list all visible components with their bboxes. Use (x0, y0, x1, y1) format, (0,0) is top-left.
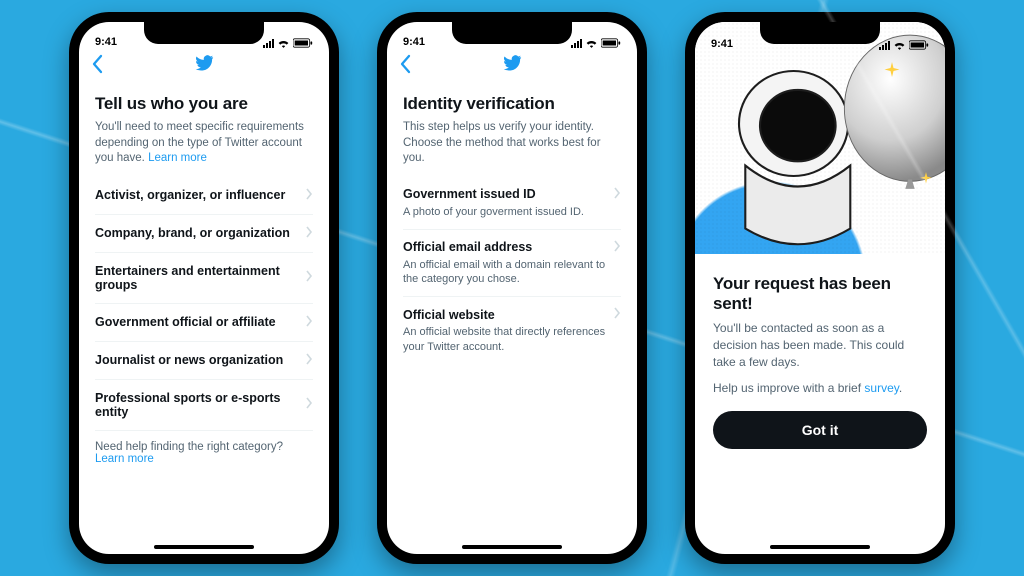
content-area: Your request has been sent! You'll be co… (695, 254, 945, 397)
category-row-company[interactable]: Company, brand, or organization (95, 215, 313, 253)
status-indicators (263, 38, 313, 48)
twitter-logo-icon (194, 53, 214, 78)
status-indicators (571, 38, 621, 48)
page-subtitle: This step helps us verify your identity.… (403, 120, 621, 167)
twitter-logo-icon (502, 53, 522, 78)
category-label: Government official or affiliate (95, 315, 276, 329)
phone-frame-1: 9:41 Tell us who you are You'l (69, 12, 339, 564)
page-subtitle: You'll need to meet specific requirement… (95, 120, 313, 167)
category-row-sports[interactable]: Professional sports or e-sports entity (95, 380, 313, 431)
phone-frame-3: 9:41 (685, 12, 955, 564)
nav-bar (387, 50, 637, 80)
notch (144, 22, 264, 44)
back-button[interactable] (399, 54, 413, 79)
battery-icon (601, 38, 621, 48)
status-indicators (879, 40, 929, 50)
help-text: Need help finding the right category? Le… (95, 441, 313, 465)
got-it-button[interactable]: Got it (713, 411, 927, 449)
chevron-right-icon (613, 307, 621, 322)
page-title: Identity verification (403, 94, 621, 114)
category-label: Journalist or news organization (95, 353, 283, 367)
chevron-right-icon (613, 240, 621, 255)
chevron-right-icon (305, 226, 313, 241)
learn-more-link[interactable]: Learn more (148, 152, 207, 164)
status-time: 9:41 (711, 38, 733, 50)
home-indicator (462, 545, 562, 549)
method-title: Government issued ID (403, 187, 536, 201)
help-prefix: Need help finding the right category? (95, 441, 283, 453)
hero-image (695, 22, 945, 254)
content-area: Identity verification This step helps us… (387, 80, 637, 364)
page-title: Your request has been sent! (713, 274, 927, 314)
help-learn-more-link[interactable]: Learn more (95, 453, 154, 465)
category-row-activist[interactable]: Activist, organizer, or influencer (95, 177, 313, 215)
chevron-right-icon (613, 187, 621, 202)
category-row-entertainers[interactable]: Entertainers and entertainment groups (95, 253, 313, 304)
chevron-right-icon (305, 315, 313, 330)
nav-bar (79, 50, 329, 80)
category-row-journalist[interactable]: Journalist or news organization (95, 342, 313, 380)
category-label: Entertainers and entertainment groups (95, 264, 305, 292)
verification-methods: Government issued ID A photo of your gov… (403, 177, 621, 364)
method-title: Official website (403, 308, 495, 322)
home-indicator (154, 545, 254, 549)
category-label: Professional sports or e-sports entity (95, 391, 305, 419)
cellular-icon (879, 41, 890, 50)
body-text: You'll be contacted as soon as a decisio… (713, 320, 927, 370)
chevron-right-icon (305, 353, 313, 368)
category-row-government[interactable]: Government official or affiliate (95, 304, 313, 342)
method-row-email[interactable]: Official email address An official email… (403, 230, 621, 298)
battery-icon (909, 40, 929, 50)
home-indicator (770, 545, 870, 549)
method-desc: A photo of your goverment issued ID. (403, 205, 621, 219)
back-button[interactable] (91, 54, 105, 79)
content-area: Tell us who you are You'll need to meet … (79, 80, 329, 465)
method-row-website[interactable]: Official website An official website tha… (403, 297, 621, 364)
survey-link[interactable]: survey (864, 381, 898, 395)
category-label: Activist, organizer, or influencer (95, 188, 285, 202)
method-desc: An official website that directly refere… (403, 325, 621, 354)
cellular-icon (571, 39, 582, 48)
sparkle-icon (919, 172, 933, 191)
notch (452, 22, 572, 44)
survey-prefix: Help us improve with a brief (713, 381, 864, 395)
status-time: 9:41 (403, 36, 425, 48)
chevron-right-icon (305, 188, 313, 203)
page-title: Tell us who you are (95, 94, 313, 114)
wifi-icon (893, 40, 906, 50)
status-time: 9:41 (95, 36, 117, 48)
battery-icon (293, 38, 313, 48)
phone-frame-2: 9:41 Identity verification This step he (377, 12, 647, 564)
screen-1: 9:41 Tell us who you are You'l (79, 22, 329, 554)
cellular-icon (263, 39, 274, 48)
survey-text: Help us improve with a brief survey. (713, 380, 927, 397)
screen-3: 9:41 (695, 22, 945, 554)
chevron-right-icon (305, 397, 313, 412)
survey-suffix: . (899, 381, 902, 395)
category-list: Activist, organizer, or influencer Compa… (95, 177, 313, 431)
balloon-icon (835, 32, 945, 222)
wifi-icon (277, 38, 290, 48)
status-bar: 9:41 (695, 24, 945, 52)
method-desc: An official email with a domain relevant… (403, 258, 621, 287)
chevron-right-icon (305, 270, 313, 285)
category-label: Company, brand, or organization (95, 226, 290, 240)
sparkle-icon (883, 62, 901, 85)
method-title: Official email address (403, 240, 532, 254)
method-row-gov-id[interactable]: Government issued ID A photo of your gov… (403, 177, 621, 230)
screen-2: 9:41 Identity verification This step he (387, 22, 637, 554)
wifi-icon (585, 38, 598, 48)
